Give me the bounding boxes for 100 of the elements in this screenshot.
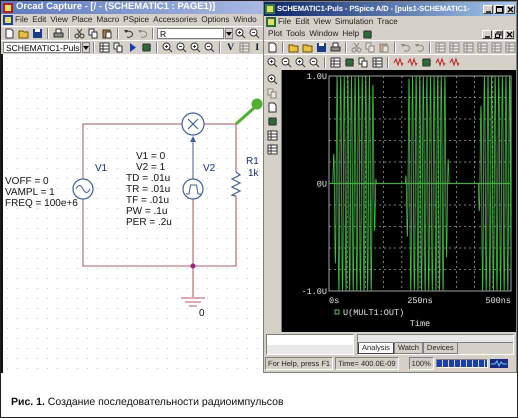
open-folder-icon[interactable]: [287, 42, 300, 53]
maximize-button[interactable]: [494, 4, 504, 14]
menu-item[interactable]: View: [311, 16, 333, 28]
zoom-out-icon[interactable]: [280, 57, 293, 68]
parameter-text: TF = .01u: [126, 195, 170, 206]
menu-item[interactable]: Place: [70, 14, 94, 26]
menu-item[interactable]: Macro: [94, 14, 122, 26]
paste-icon[interactable]: [101, 28, 114, 39]
source-button[interactable]: V: [224, 42, 238, 54]
zoom-in-icon[interactable]: [266, 57, 279, 68]
axis-title: Time: [410, 319, 430, 329]
zoom-out-icon[interactable]: [248, 28, 261, 39]
zoom-out-icon[interactable]: [203, 42, 216, 53]
open-folder-icon[interactable]: [301, 42, 314, 53]
menu-item[interactable]: View: [48, 14, 70, 26]
chip-icon[interactable]: [140, 42, 153, 53]
figure-caption: Рис. 1. Создание последовательности радиоимпульсов: [10, 395, 285, 410]
axis-tick-label: -1.0U: [301, 287, 327, 297]
app-icon: [3, 2, 13, 12]
undo-icon[interactable]: [122, 28, 135, 39]
zoom-in-icon[interactable]: [294, 57, 307, 68]
zoom-in-icon[interactable]: [234, 28, 247, 39]
wire: [204, 123, 237, 172]
minimize-button[interactable]: [483, 4, 493, 14]
copy-icon[interactable]: [87, 28, 100, 39]
horizontal-scrollbar[interactable]: [358, 335, 513, 343]
grid-icon[interactable]: [266, 144, 279, 155]
menu-item[interactable]: Plot: [266, 28, 284, 40]
pulse-source-symbol: [182, 178, 204, 200]
dropdown-button[interactable]: [225, 28, 233, 39]
waveform-icon[interactable]: [406, 57, 419, 68]
menu-item[interactable]: Options: [199, 14, 232, 26]
axis-tick-label: 500ns: [485, 296, 511, 306]
schematic-select-field[interactable]: SCHEMATIC1-Puls: [3, 42, 81, 53]
chip-icon[interactable]: [420, 57, 433, 68]
grid-icon[interactable]: [329, 57, 342, 68]
part-label: R1: [246, 156, 259, 167]
menu-item[interactable]: Edit: [30, 14, 48, 26]
close-button[interactable]: [504, 30, 514, 38]
zoom-in-icon[interactable]: [266, 74, 279, 85]
window-title: Orcad Capture - [/ - (SCHEMATIC1 : PAGE1)]: [16, 1, 216, 14]
waveform-icon[interactable]: [434, 57, 447, 68]
parameter-text: VAMPL = 1: [5, 187, 55, 198]
print-icon[interactable]: [329, 42, 342, 53]
parameter-text: FREQ = 100e+6: [5, 198, 78, 209]
close-button[interactable]: [505, 4, 515, 14]
dropdown-button[interactable]: [82, 42, 90, 53]
zoom-out-icon[interactable]: [175, 42, 188, 53]
ground-label: 0: [199, 308, 205, 319]
grid-icon[interactable]: [98, 42, 111, 53]
menu-item[interactable]: Tools: [284, 28, 308, 40]
axis-tick-label: 0s: [329, 296, 340, 306]
menu-item[interactable]: File: [13, 14, 30, 26]
cut-icon[interactable]: [73, 28, 86, 39]
source-button[interactable]: I: [252, 42, 262, 54]
menu-item[interactable]: Window: [307, 28, 340, 40]
chip-icon[interactable]: [361, 28, 374, 40]
save-icon[interactable]: [315, 42, 328, 53]
resistor-symbol: [230, 172, 242, 197]
print-icon[interactable]: [52, 28, 65, 39]
copy-icon[interactable]: [112, 42, 125, 53]
zoom-in-icon[interactable]: [189, 42, 202, 53]
menu-item[interactable]: Accessories: [151, 14, 200, 26]
minimize-button[interactable]: [482, 30, 492, 38]
new-file-icon[interactable]: [3, 28, 16, 39]
menu-item[interactable]: File: [276, 16, 294, 28]
new-file-icon[interactable]: [266, 42, 279, 53]
parameter-text: VOFF = 0: [5, 176, 49, 187]
parameter-text: TD = .01u: [126, 173, 170, 184]
zoom-out-icon[interactable]: [308, 57, 321, 68]
menu-item[interactable]: Edit: [293, 16, 312, 28]
chip-icon[interactable]: [343, 57, 356, 68]
copy-icon[interactable]: [357, 57, 370, 68]
waveform-icon[interactable]: [448, 57, 461, 68]
save-icon[interactable]: [31, 28, 44, 39]
menu-item[interactable]: Help: [340, 28, 362, 40]
parameter-text: TR = .01u: [126, 184, 170, 195]
menu-item[interactable]: PSpice: [121, 14, 152, 26]
restore-button[interactable]: [493, 30, 503, 38]
close-icon: [506, 30, 512, 38]
document-icon: [3, 15, 13, 25]
junction-dot: [190, 264, 196, 268]
menu-item[interactable]: Simulation: [332, 16, 376, 28]
open-folder-icon[interactable]: [17, 28, 30, 39]
voltage-probe: [235, 98, 262, 126]
horizontal-scrollbar[interactable]: [267, 345, 353, 354]
grid-icon[interactable]: [371, 57, 384, 68]
parameter-text: PER = .2u: [126, 217, 172, 228]
app-icon: [265, 4, 275, 14]
menu-item[interactable]: Trace: [375, 16, 400, 28]
zoom-in-icon[interactable]: [161, 42, 174, 53]
multiplier-symbol: [181, 112, 205, 136]
menu-item[interactable]: Windo: [231, 14, 259, 26]
restore-icon: [494, 30, 502, 38]
chip-icon[interactable]: [266, 116, 279, 127]
grid-icon[interactable]: [266, 130, 279, 141]
ground-symbol: [180, 297, 206, 307]
part-search-field[interactable]: R: [157, 28, 224, 39]
new-file-icon[interactable]: [266, 102, 279, 113]
waveform-icon[interactable]: [392, 57, 405, 68]
